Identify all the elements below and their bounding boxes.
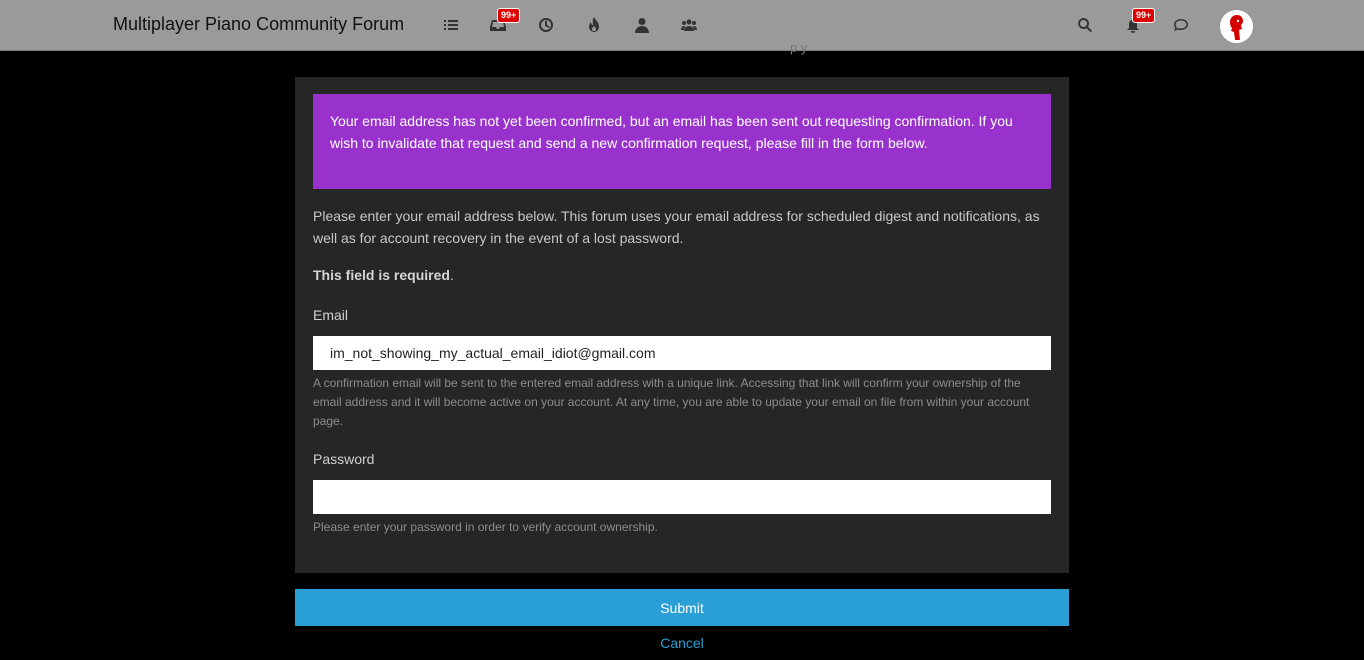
user-avatar[interactable]	[1220, 10, 1253, 43]
search-icon[interactable]	[1075, 15, 1095, 35]
email-help-text: A confirmation email will be sent to the…	[313, 376, 1030, 428]
password-help-text: Please enter your password in order to v…	[313, 520, 658, 534]
user-icon[interactable]	[632, 15, 652, 35]
fire-icon[interactable]	[584, 15, 604, 35]
chat-icon[interactable]	[1171, 15, 1191, 35]
password-label: Password	[313, 451, 375, 467]
group-icon[interactable]	[679, 15, 699, 35]
cancel-link[interactable]: Cancel	[295, 635, 1069, 651]
email-label: Email	[313, 307, 349, 323]
bell-icon[interactable]: 99+	[1123, 8, 1156, 35]
forum-brand-title[interactable]: Multiplayer Piano Community Forum	[113, 14, 404, 35]
submit-button[interactable]: Submit	[295, 589, 1069, 626]
list-icon[interactable]	[441, 15, 461, 35]
clock-icon[interactable]	[536, 15, 556, 35]
email-form-panel: Your email address has not yet been conf…	[295, 77, 1069, 573]
password-input[interactable]	[313, 480, 1051, 514]
email-input[interactable]	[313, 336, 1051, 370]
required-notice: This field is required.	[313, 267, 454, 283]
notifications-badge: 99+	[1132, 8, 1156, 23]
inbox-badge: 99+	[497, 8, 521, 23]
top-navbar: Multiplayer Piano Community Forum 99+ 99…	[0, 0, 1364, 51]
required-notice-suffix: .	[449, 267, 454, 283]
unconfirmed-email-alert: Your email address has not yet been conf…	[313, 94, 1051, 189]
scrolled-heading-remnant: p y	[790, 40, 808, 55]
required-notice-bold: This field is required	[313, 267, 450, 283]
email-intro-text: Please enter your email address below. T…	[313, 208, 1040, 246]
inbox-icon[interactable]: 99+	[488, 8, 521, 35]
